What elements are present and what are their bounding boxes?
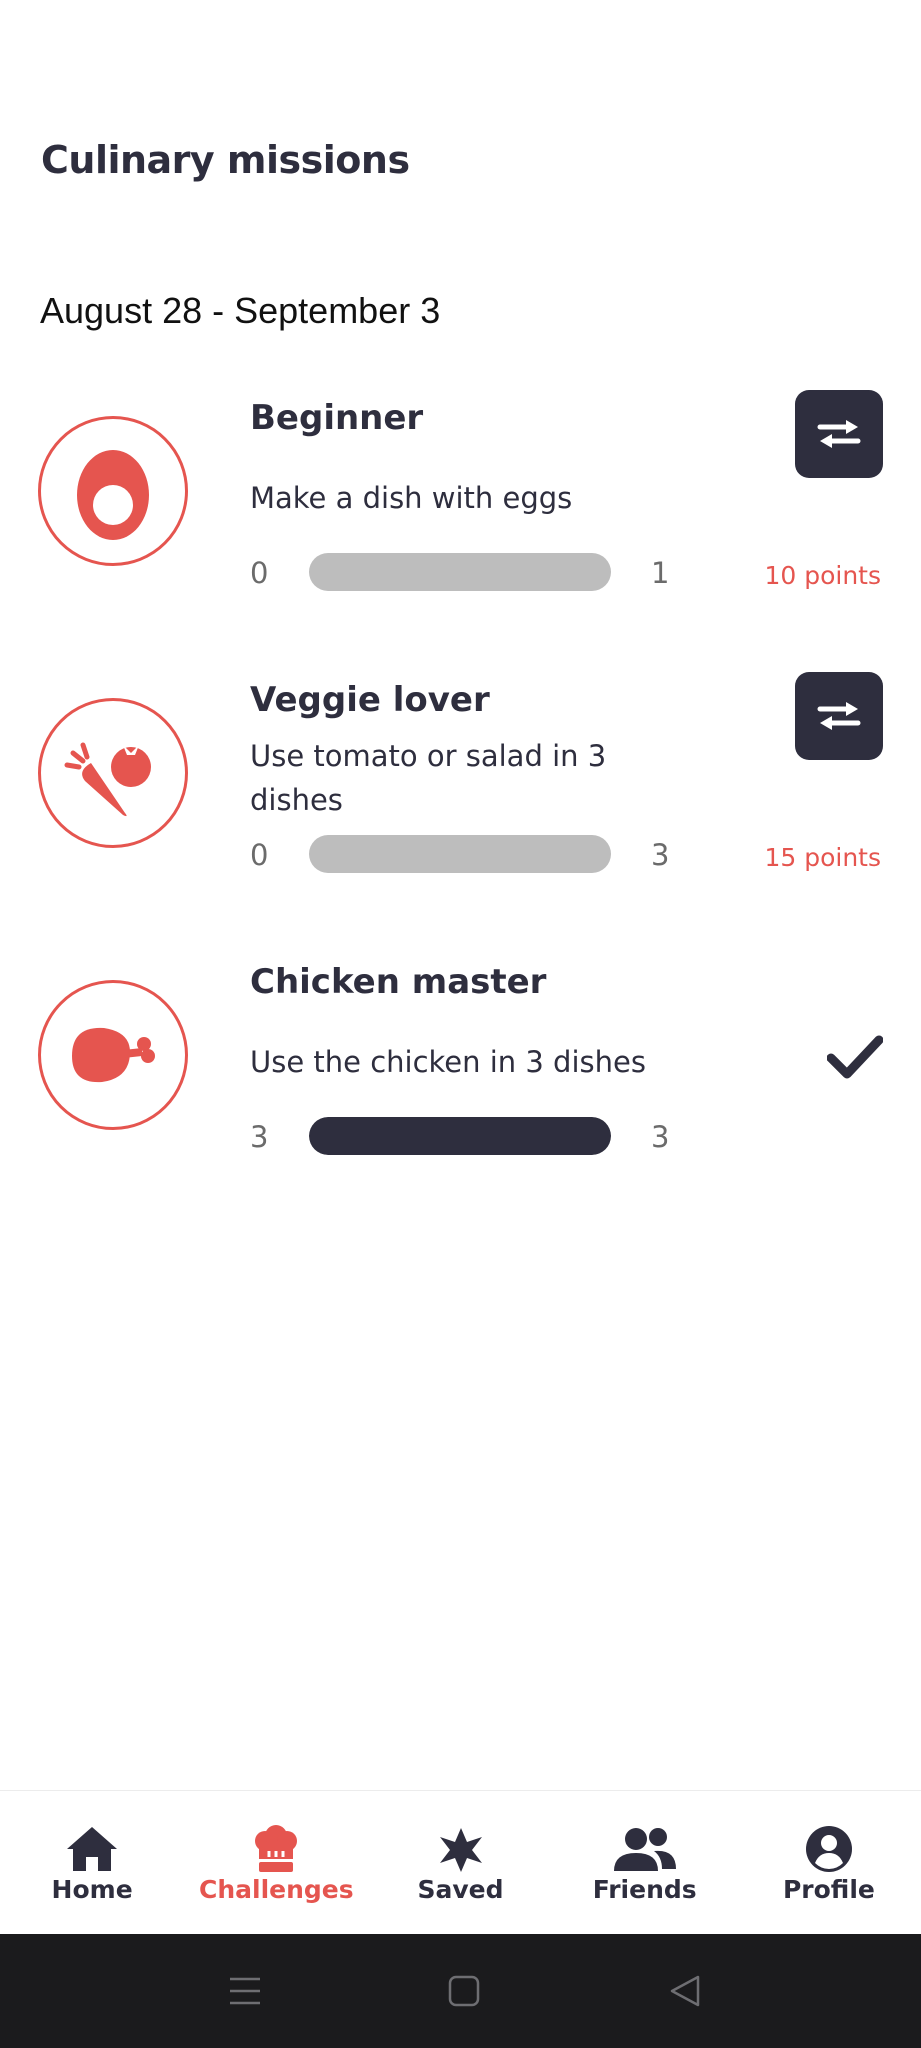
mission-icon-circle	[38, 416, 188, 566]
recent-apps-button[interactable]	[228, 1934, 262, 2048]
swap-mission-button[interactable]	[795, 672, 883, 760]
square-icon	[448, 1975, 480, 2007]
mission-description: Use the chicken in 3 dishes	[250, 1045, 646, 1079]
swap-icon	[817, 420, 861, 448]
mission-title: Beginner	[250, 398, 424, 438]
check-icon	[827, 1035, 883, 1079]
nav-item-friends[interactable]: Friends	[553, 1791, 737, 1935]
swap-mission-button[interactable]	[795, 390, 883, 478]
menu-icon	[230, 1977, 260, 2005]
progress-target: 3	[651, 838, 670, 872]
home-icon	[67, 1827, 118, 1871]
mission-chicken-master: Chicken master Use the chicken in 3 dish…	[0, 954, 921, 1214]
progress-bar	[309, 1117, 611, 1155]
points-label: 10 points	[764, 561, 881, 590]
vegetables-icon	[64, 742, 151, 817]
mission-icon-circle	[38, 698, 188, 848]
nav-label: Saved	[417, 1875, 504, 1904]
mission-title: Chicken master	[250, 962, 547, 1002]
mission-veggie-lover: Veggie lover Use tomato or salad in 3 di…	[0, 672, 921, 932]
home-system-button[interactable]	[448, 1934, 480, 2048]
progress-target: 1	[651, 556, 670, 590]
progress-bar	[309, 553, 611, 591]
progress-current: 3	[250, 1120, 269, 1154]
mission-icon-circle	[38, 980, 188, 1130]
mission-description: Make a dish with eggs	[250, 481, 573, 515]
nav-label: Friends	[592, 1875, 697, 1904]
progress-current: 0	[250, 556, 269, 590]
back-system-button[interactable]	[668, 1934, 700, 2048]
mission-beginner: Beginner Make a dish with eggs 0 1 10 po…	[0, 390, 921, 650]
progress-bar	[309, 835, 611, 873]
nav-item-home[interactable]: Home	[0, 1791, 184, 1935]
progress-current: 0	[250, 838, 269, 872]
system-navigation-bar	[0, 1934, 921, 2048]
week-range: August 28 - September 3	[40, 290, 441, 331]
egg-icon	[77, 450, 149, 540]
progress-fill	[309, 1117, 611, 1155]
chicken-leg-icon	[72, 1027, 155, 1083]
points-label: 15 points	[764, 843, 881, 872]
mission-description: Use tomato or salad in 3 dishes	[250, 739, 607, 817]
bottom-navigation: Home Challenges Saved Friends Profile	[0, 1790, 921, 1935]
nav-label: Challenges	[198, 1875, 354, 1904]
mission-title: Veggie lover	[250, 680, 490, 720]
nav-item-challenges[interactable]: Challenges	[184, 1791, 368, 1935]
profile-icon	[805, 1826, 852, 1872]
nav-label: Profile	[782, 1875, 875, 1904]
nav-label: Home	[51, 1875, 133, 1904]
swap-icon	[817, 702, 861, 730]
page-title: Culinary missions	[41, 138, 410, 182]
nav-item-saved[interactable]: Saved	[368, 1791, 552, 1935]
friends-icon	[613, 1828, 676, 1871]
nav-item-profile[interactable]: Profile	[737, 1791, 921, 1935]
back-triangle-icon	[670, 1975, 700, 2007]
progress-target: 3	[651, 1120, 670, 1154]
chef-hat-icon	[255, 1825, 298, 1872]
star-icon	[439, 1828, 482, 1872]
